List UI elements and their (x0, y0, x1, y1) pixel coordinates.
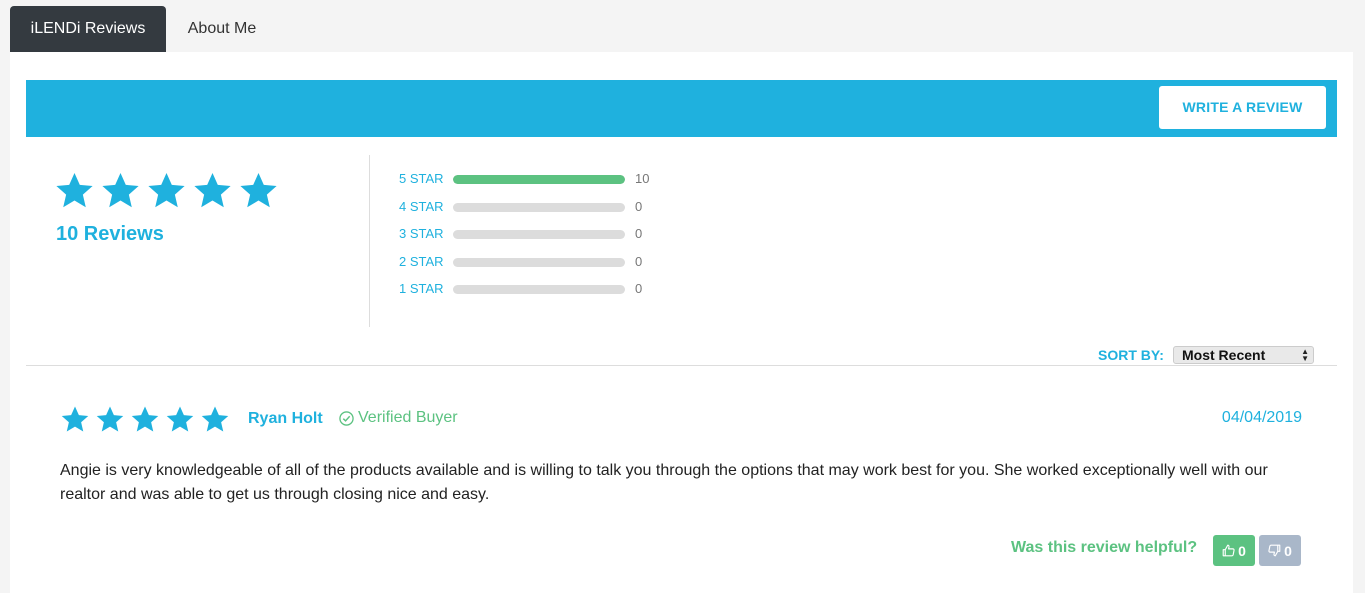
distribution-count: 10 (635, 171, 650, 186)
star-icon (201, 406, 229, 432)
distribution-label[interactable]: 5 STAR (399, 169, 459, 189)
star-icon (102, 173, 139, 208)
summary-rating-stars (54, 171, 279, 212)
distribution-label[interactable]: 3 STAR (399, 224, 459, 244)
thumbs-up-button[interactable]: 0 (1213, 535, 1255, 566)
distribution-bar (453, 257, 625, 267)
star-icon (96, 406, 124, 432)
star-icon (194, 173, 231, 208)
star-icon (240, 173, 277, 208)
reviews-panel: WRITE A REVIEW 10 Reviews 5 STAR 10 4 STAR… (10, 52, 1353, 593)
distribution-bar (453, 285, 625, 294)
select-arrows-icon: ▲ ▼ (1301, 347, 1309, 363)
helpful-question: Was this review helpful? (1011, 539, 1198, 556)
tab-ilendi-reviews[interactable]: iLENDi Reviews (10, 6, 166, 52)
verified-buyer-label: Verified Buyer (358, 409, 458, 426)
thumbs-down-button[interactable]: 0 (1259, 535, 1301, 566)
star-icon (166, 406, 194, 432)
sort-selected-value: Most Recent (1182, 347, 1266, 363)
reviewer-name[interactable]: Ryan Holt (248, 410, 323, 428)
distribution-bar (453, 175, 625, 184)
distribution-count: 0 (635, 281, 643, 296)
distribution-label[interactable]: 1 STAR (399, 279, 459, 299)
verified-buyer-badge: Verified Buyer (339, 409, 458, 427)
distribution-label[interactable]: 4 STAR (399, 197, 459, 217)
distribution-count: 0 (635, 253, 643, 269)
review-count: 10 Reviews (56, 223, 164, 245)
thumbs-up-icon (1222, 544, 1235, 557)
check-circle-icon (339, 410, 354, 426)
distribution-bar (453, 202, 625, 212)
distribution-bar (453, 230, 625, 239)
star-icon (56, 173, 93, 208)
review-date: 04/04/2019 (1221, 409, 1302, 426)
star-icon (148, 173, 185, 208)
star-icon (61, 406, 89, 432)
review-rating-stars (60, 405, 230, 435)
distribution-count: 0 (635, 226, 643, 241)
distribution-label[interactable]: 2 STAR (399, 252, 459, 272)
review-body: Angie is very knowledgeable of all of th… (60, 462, 1268, 503)
sort-select[interactable]: Most Recent ▲ ▼ (1173, 346, 1314, 364)
thumbs-down-icon (1268, 544, 1281, 557)
reviews-banner: WRITE A REVIEW (26, 80, 1337, 137)
section-divider (26, 365, 1337, 366)
star-icon (131, 406, 159, 432)
sort-label: SORT BY: (1098, 347, 1164, 363)
upvote-count: 0 (1238, 542, 1246, 559)
distribution-bar-fill (453, 175, 625, 184)
summary-divider (369, 155, 370, 327)
tab-about-me[interactable]: About Me (166, 6, 278, 52)
write-review-button[interactable]: WRITE A REVIEW (1159, 86, 1326, 129)
downvote-count: 0 (1284, 542, 1292, 559)
distribution-count: 0 (635, 198, 643, 214)
tab-bar: iLENDi Reviews About Me (0, 0, 1365, 52)
